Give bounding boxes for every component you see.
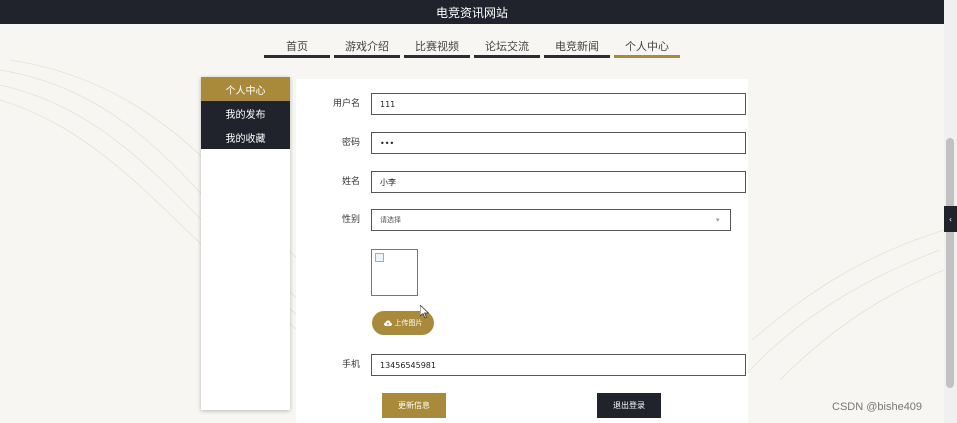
password-label: 密码 bbox=[341, 138, 360, 148]
phone-field[interactable] bbox=[371, 354, 746, 376]
site-title: 电竞资讯网站 bbox=[435, 5, 508, 20]
nav-item-game-intro[interactable]: 游戏介绍 bbox=[334, 34, 400, 58]
sidebar-item-my-posts[interactable]: 我的发布 bbox=[201, 101, 290, 125]
sidebar-menu: 个人中心 我的发布 我的收藏 bbox=[201, 77, 290, 410]
phone-row: 手机 bbox=[296, 354, 748, 376]
profile-form: 用户名 密码 姓名 性别 请选择 ▾ 上传图片 手机 更新信息 退出登录 bbox=[296, 79, 748, 423]
name-row: 姓名 bbox=[296, 171, 748, 193]
gender-label: 性别 bbox=[341, 215, 360, 225]
username-label: 用户名 bbox=[332, 99, 360, 109]
username-field[interactable] bbox=[371, 93, 746, 115]
name-field[interactable] bbox=[371, 171, 746, 193]
sidebar-item-my-favorites[interactable]: 我的收藏 bbox=[201, 125, 290, 149]
broken-image-icon bbox=[375, 253, 384, 262]
password-row: 密码 bbox=[296, 132, 748, 154]
cloud-upload-icon bbox=[383, 320, 392, 326]
update-info-button[interactable]: 更新信息 bbox=[382, 393, 446, 418]
name-label: 姓名 bbox=[341, 177, 360, 187]
nav-item-match-video[interactable]: 比赛视频 bbox=[404, 34, 470, 58]
nav-item-home[interactable]: 首页 bbox=[264, 34, 330, 58]
upload-image-label: 上传图片 bbox=[394, 319, 423, 327]
chevron-left-icon: ‹ bbox=[948, 214, 953, 224]
scrollbar-thumb[interactable] bbox=[946, 138, 954, 388]
watermark: CSDN @bishe409 bbox=[832, 401, 923, 413]
logout-button[interactable]: 退出登录 bbox=[597, 393, 661, 418]
side-panel-toggle[interactable]: ‹ bbox=[944, 206, 957, 232]
nav-item-news[interactable]: 电竞新闻 bbox=[544, 34, 610, 58]
site-title-bar: 电竞资讯网站 bbox=[0, 0, 944, 24]
gender-select[interactable]: 请选择 ▾ bbox=[371, 209, 731, 231]
password-field[interactable] bbox=[371, 132, 746, 154]
username-row: 用户名 bbox=[296, 93, 748, 115]
nav-item-personal-center[interactable]: 个人中心 bbox=[614, 34, 680, 58]
chevron-down-icon: ▾ bbox=[716, 216, 720, 224]
avatar-preview bbox=[371, 249, 418, 296]
mouse-cursor-icon bbox=[420, 305, 430, 319]
nav-item-forum[interactable]: 论坛交流 bbox=[474, 34, 540, 58]
phone-label: 手机 bbox=[341, 360, 360, 370]
top-nav: 首页 游戏介绍 比赛视频 论坛交流 电竞新闻 个人中心 bbox=[0, 24, 944, 58]
gender-row: 性别 请选择 ▾ bbox=[296, 209, 748, 231]
gender-select-placeholder: 请选择 bbox=[380, 216, 401, 224]
sidebar-item-personal-center[interactable]: 个人中心 bbox=[201, 77, 290, 101]
